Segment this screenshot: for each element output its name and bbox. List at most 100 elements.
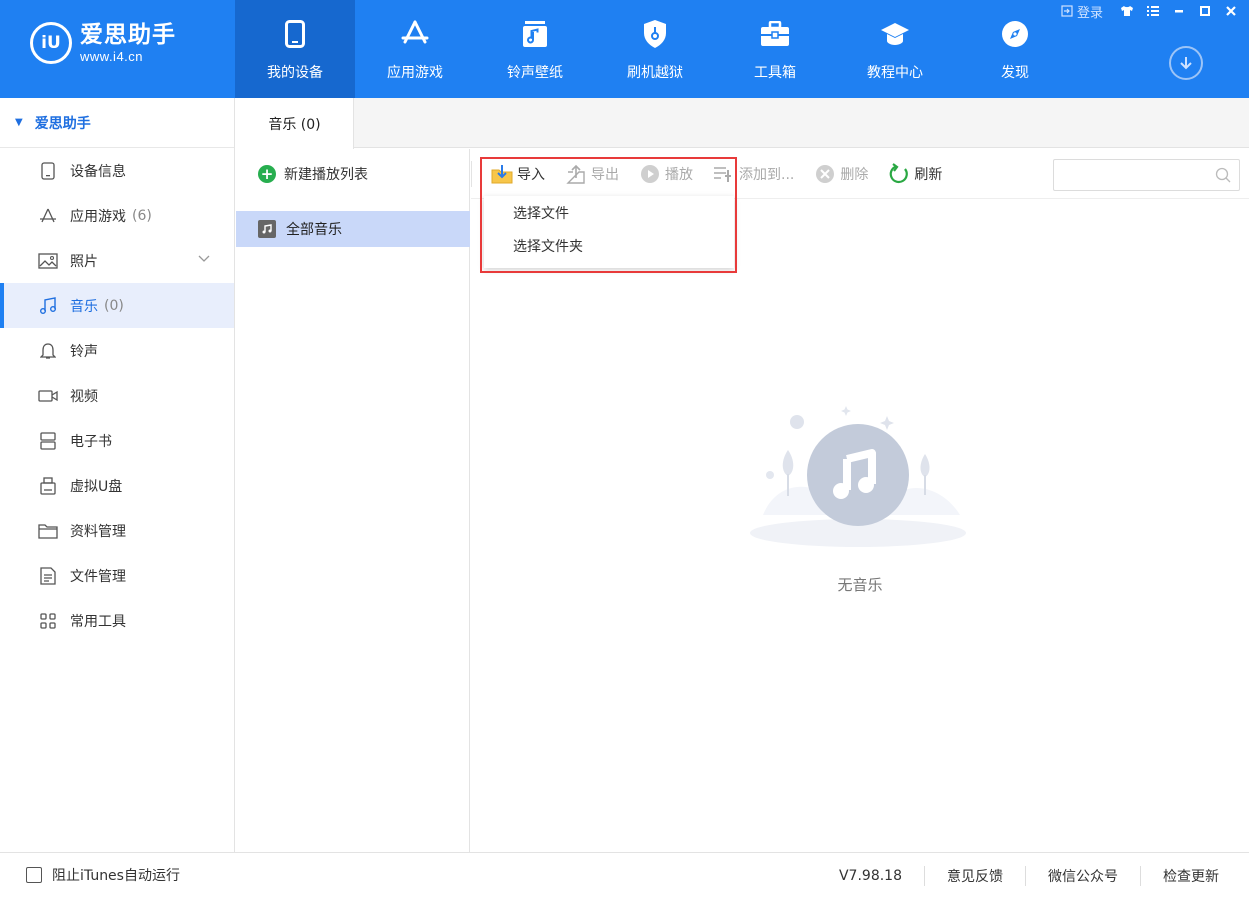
- music-icon: [37, 295, 59, 317]
- sidebar-item-label: 视频: [70, 388, 98, 405]
- logo-url: www.i4.cn: [80, 48, 144, 64]
- sidebar-item-ringtones[interactable]: 铃声: [0, 328, 234, 373]
- export-icon: [565, 163, 587, 185]
- refresh-label: 刷新: [914, 166, 943, 183]
- sidebar-item-device-info[interactable]: 设备信息: [0, 148, 234, 193]
- app-logo: iU 爱思助手 www.i4.cn: [30, 22, 176, 64]
- sidebar-item-common-tools[interactable]: 常用工具: [0, 598, 234, 643]
- book-icon: [37, 430, 59, 452]
- graduation-cap-icon: [880, 18, 910, 50]
- nav-label: 我的设备: [267, 65, 323, 81]
- import-button[interactable]: 导入: [491, 163, 545, 185]
- app-icon: [37, 205, 59, 227]
- sidebar-item-data-management[interactable]: 资料管理: [0, 508, 234, 553]
- footer-divider: [924, 865, 925, 886]
- sidebar-device-header[interactable]: ▼ 爱思助手: [0, 98, 234, 148]
- sidebar-item-label: 文件管理: [70, 568, 126, 585]
- photo-icon: [37, 250, 59, 272]
- playlist-item-all-music[interactable]: 全部音乐: [236, 211, 470, 247]
- device-icon: [37, 160, 59, 182]
- wechat-link[interactable]: 微信公众号: [1048, 866, 1118, 886]
- sidebar-item-count: (0): [104, 297, 124, 314]
- new-playlist-label: 新建播放列表: [284, 167, 368, 183]
- app-store-icon: [400, 18, 430, 50]
- sidebar-item-music[interactable]: 音乐 (0): [0, 283, 234, 328]
- menu-button[interactable]: [1143, 2, 1163, 20]
- sidebar-item-video[interactable]: 视频: [0, 373, 234, 418]
- close-icon: [1226, 6, 1236, 16]
- menu-item-select-folder[interactable]: 选择文件夹: [484, 229, 734, 262]
- nav-label: 工具箱: [754, 65, 796, 81]
- search-input[interactable]: [1054, 160, 1204, 190]
- window-controls: 登录: [1061, 0, 1241, 22]
- nav-flash-jailbreak[interactable]: 刷机越狱: [595, 0, 715, 98]
- nav-my-device[interactable]: 我的设备: [235, 0, 355, 98]
- nav-ringtones[interactable]: 铃声壁纸: [475, 0, 595, 98]
- play-label: 播放: [665, 166, 693, 183]
- sidebar-item-count: (6): [132, 207, 152, 224]
- status-bar: 阻止iTunes自动运行 V7.98.18 意见反馈 微信公众号 检查更新: [0, 852, 1249, 897]
- refresh-icon: [888, 162, 910, 185]
- delete-icon: [814, 163, 836, 185]
- sidebar-item-label: 设备信息: [70, 163, 126, 180]
- delete-button[interactable]: 删除: [814, 163, 868, 185]
- download-icon: [1180, 57, 1192, 70]
- play-button[interactable]: 播放: [639, 163, 693, 185]
- sidebar-item-file-management[interactable]: 文件管理: [0, 553, 234, 598]
- nav-tutorials[interactable]: 教程中心: [835, 0, 955, 98]
- new-playlist-button[interactable]: + 新建播放列表: [236, 149, 469, 199]
- nav-discover[interactable]: 发现: [955, 0, 1075, 98]
- search-icon[interactable]: [1215, 167, 1231, 187]
- block-itunes-checkbox[interactable]: [26, 867, 42, 883]
- shield-icon: [640, 18, 670, 50]
- music-toolbar: 导入 导出 播放 添加到... 删除 刷新: [471, 149, 1249, 199]
- sidebar-item-label: 电子书: [70, 433, 112, 450]
- nav-apps[interactable]: 应用游戏: [355, 0, 475, 98]
- footer-divider: [1140, 865, 1141, 886]
- shirt-icon: [1121, 6, 1133, 16]
- empty-state-text: 无音乐: [837, 576, 883, 594]
- sidebar-item-label: 资料管理: [70, 523, 126, 540]
- sidebar-item-apps[interactable]: 应用游戏 (6): [0, 193, 234, 238]
- tab-music[interactable]: 音乐 (0): [236, 98, 354, 149]
- check-update-link[interactable]: 检查更新: [1163, 866, 1219, 886]
- chevron-down-icon[interactable]: [198, 251, 210, 267]
- sidebar-item-label: 应用游戏: [70, 208, 126, 225]
- menu-item-select-file[interactable]: 选择文件: [484, 196, 734, 229]
- top-header: iU 爱思助手 www.i4.cn 我的设备 应用游戏 铃声壁纸 刷机越狱 工具…: [0, 0, 1249, 98]
- skin-button[interactable]: [1117, 2, 1137, 20]
- nav-toolbox[interactable]: 工具箱: [715, 0, 835, 98]
- sidebar-item-photos[interactable]: 照片: [0, 238, 234, 283]
- grid-icon: [37, 610, 59, 632]
- import-label: 导入: [517, 166, 545, 183]
- menu-icon: [1147, 6, 1159, 16]
- feedback-link[interactable]: 意见反馈: [947, 866, 1003, 886]
- minimize-button[interactable]: [1169, 2, 1189, 20]
- sidebar-item-ebooks[interactable]: 电子书: [0, 418, 234, 463]
- sidebar-item-label: 常用工具: [70, 613, 126, 630]
- usb-icon: [37, 475, 59, 497]
- block-itunes-label: 阻止iTunes自动运行: [52, 868, 180, 884]
- playlist-panel: + 新建播放列表 全部音乐: [236, 149, 470, 852]
- add-to-list-icon: [713, 163, 735, 185]
- phone-icon: [280, 18, 310, 50]
- login-button[interactable]: 登录: [1061, 2, 1103, 21]
- maximize-button[interactable]: [1195, 2, 1215, 20]
- sidebar-item-virtual-usb[interactable]: 虚拟U盘: [0, 463, 234, 508]
- left-sidebar: ▼ 爱思助手 设备信息 应用游戏 (6) 照片 音乐 (0) 铃声 视频 电子书…: [0, 98, 235, 852]
- play-icon: [639, 163, 661, 185]
- ringtone-icon: [520, 18, 550, 50]
- export-label: 导出: [591, 166, 619, 183]
- footer-divider: [1025, 865, 1026, 886]
- block-itunes-option[interactable]: 阻止iTunes自动运行: [0, 865, 180, 885]
- add-to-button[interactable]: 添加到...: [713, 163, 794, 185]
- export-button[interactable]: 导出: [565, 163, 619, 185]
- login-label: 登录: [1076, 5, 1103, 21]
- close-button[interactable]: [1221, 2, 1241, 20]
- nav-label: 教程中心: [867, 65, 923, 81]
- nav-label: 刷机越狱: [627, 65, 683, 81]
- download-button[interactable]: [1169, 46, 1203, 80]
- sidebar-item-label: 虚拟U盘: [70, 478, 123, 495]
- caret-down-icon: ▼: [15, 117, 23, 128]
- refresh-button[interactable]: 刷新: [888, 162, 943, 185]
